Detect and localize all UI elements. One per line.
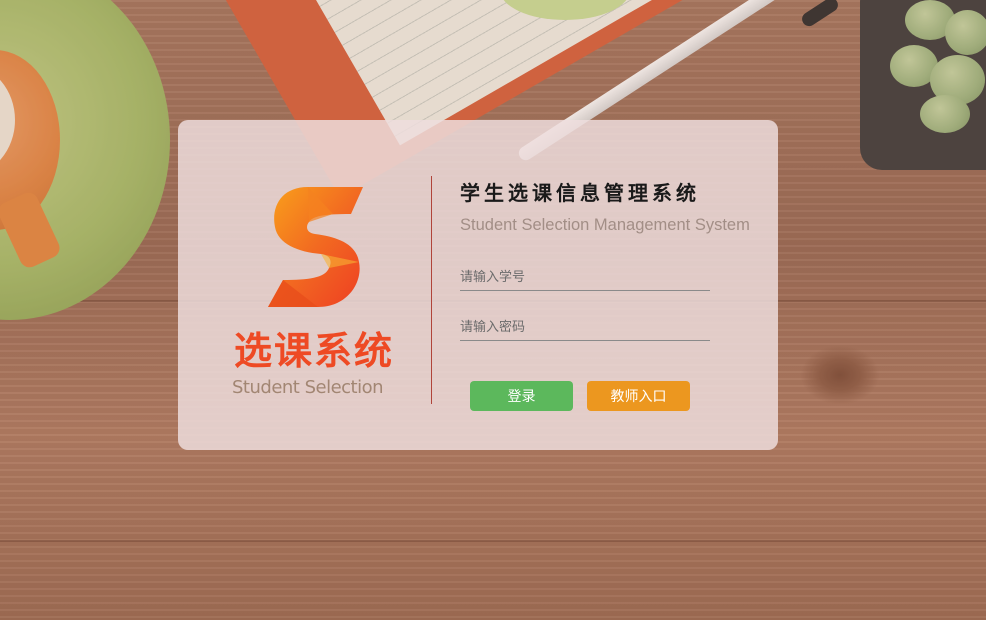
teacher-entry-button[interactable]: 教师入口 — [587, 381, 690, 411]
student-id-input[interactable] — [460, 264, 710, 291]
login-card: 选课系统 Student Selection 学生选课信息管理系统 Studen… — [178, 120, 778, 450]
system-title-en: Student Selection Management System — [460, 216, 750, 234]
vertical-divider — [431, 176, 432, 404]
password-input[interactable] — [460, 314, 710, 341]
logo-title-cn: 选课系统 — [234, 329, 395, 373]
s-logo-icon — [268, 187, 363, 307]
logo-title-en: Student Selection — [232, 377, 384, 398]
system-title-cn: 学生选课信息管理系统 — [460, 181, 700, 205]
logo-block: 选课系统 Student Selection — [178, 120, 432, 450]
login-button[interactable]: 登录 — [470, 381, 573, 411]
